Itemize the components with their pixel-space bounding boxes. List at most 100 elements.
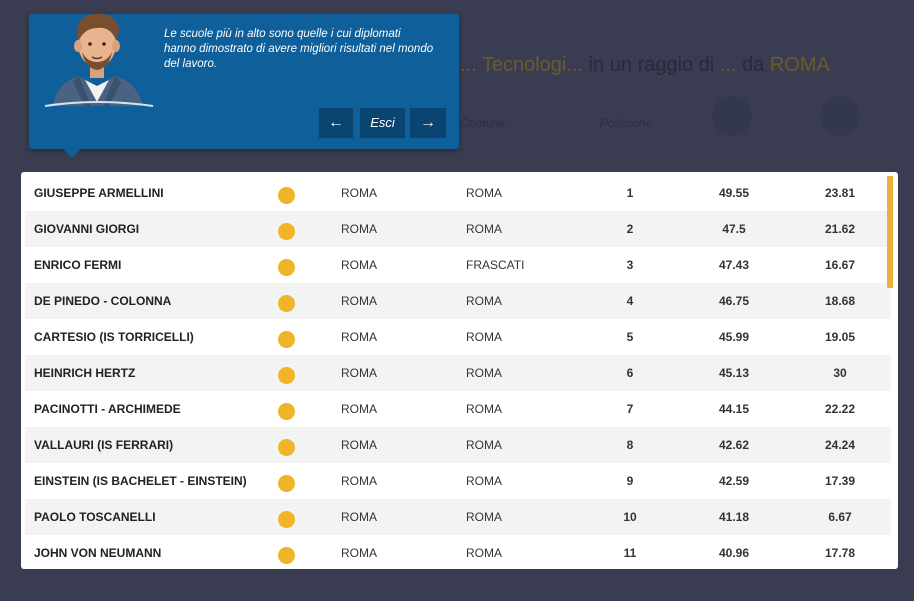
school-position: 5 [626, 330, 634, 344]
school-comune: ROMA [466, 510, 502, 524]
school-value-2: 19.05 [824, 330, 856, 344]
heading-part-4: da [736, 54, 770, 76]
school-name[interactable]: GIUSEPPE ARMELLINI [34, 175, 164, 211]
table-row[interactable]: DE PINEDO - COLONNA ROMA ROMA 4 46.75 18.68 [25, 283, 891, 319]
status-dot-icon [278, 259, 295, 276]
previous-button[interactable]: ← [319, 108, 353, 138]
school-city: ROMA [341, 366, 377, 380]
school-position: 10 [623, 510, 637, 524]
school-value-2: 30 [833, 366, 847, 380]
school-comune: ROMA [466, 330, 502, 344]
school-value-1: 42.59 [718, 474, 750, 488]
school-comune: ROMA [466, 402, 502, 416]
table-row[interactable]: GIOVANNI GIORGI ROMA ROMA 2 47.5 21.62 [25, 211, 891, 247]
school-comune: ROMA [466, 366, 502, 380]
school-city: ROMA [341, 258, 377, 272]
school-name[interactable]: ENRICO FERMI [34, 247, 121, 283]
status-dot-icon [278, 511, 295, 528]
table-row[interactable]: HEINRICH HERTZ ROMA ROMA 6 45.13 30 [25, 355, 891, 391]
column-icon-1 [712, 96, 752, 136]
school-position: 7 [626, 402, 634, 416]
schools-table: GIUSEPPE ARMELLINI ROMA ROMA 1 49.55 23.81 GIO… [21, 172, 898, 569]
table-row[interactable]: GIUSEPPE ARMELLINI ROMA ROMA 1 49.55 23.81 [25, 175, 891, 211]
school-comune: ROMA [466, 474, 502, 488]
table-row[interactable]: JOHN VON NEUMANN ROMA ROMA 11 40.96 17.78 [25, 535, 891, 569]
status-dot-icon [278, 187, 295, 204]
column-header-comune: Comune [460, 116, 506, 130]
school-position: 8 [626, 438, 634, 452]
school-city: ROMA [341, 294, 377, 308]
man-avatar-icon [44, 13, 154, 107]
help-tooltip: Le scuole più in alto sono quelle i cui … [29, 13, 459, 158]
school-position: 4 [626, 294, 634, 308]
page-heading: ... Tecnologi... in un raggio di ... da … [460, 54, 830, 77]
school-value-1: 40.96 [718, 546, 750, 560]
school-name[interactable]: EINSTEIN (IS BACHELET - EINSTEIN) [34, 463, 247, 499]
status-dot-icon [278, 331, 295, 348]
school-value-1: 49.55 [718, 186, 750, 200]
school-value-2: 6.67 [828, 510, 852, 524]
table-row[interactable]: ENRICO FERMI ROMA FRASCATI 3 47.43 16.67 [25, 247, 891, 283]
school-comune: ROMA [466, 186, 502, 200]
school-value-2: 17.39 [824, 474, 856, 488]
status-dot-icon [278, 475, 295, 492]
heading-part-5: ROMA [769, 54, 830, 76]
school-name[interactable]: JOHN VON NEUMANN [34, 535, 161, 569]
heading-part-2: in un raggio di [583, 54, 720, 76]
tooltip-pointer [63, 149, 81, 158]
status-dot-icon [278, 547, 295, 564]
school-position: 3 [626, 258, 634, 272]
school-name[interactable]: PAOLO TOSCANELLI [34, 499, 156, 535]
table-row[interactable]: PAOLO TOSCANELLI ROMA ROMA 10 41.18 6.67 [25, 499, 891, 535]
exit-button[interactable]: Esci [360, 108, 405, 138]
school-name[interactable]: GIOVANNI GIORGI [34, 211, 139, 247]
school-value-1: 46.75 [718, 294, 750, 308]
school-comune: ROMA [466, 294, 502, 308]
school-city: ROMA [341, 402, 377, 416]
school-position: 2 [626, 222, 634, 236]
school-value-1: 45.13 [718, 366, 750, 380]
school-comune: FRASCATI [466, 258, 525, 272]
status-dot-icon [278, 439, 295, 456]
school-position: 1 [626, 186, 634, 200]
column-header-posizione: Posizione [600, 116, 653, 130]
school-city: ROMA [341, 546, 377, 560]
school-value-1: 41.18 [718, 510, 750, 524]
status-dot-icon [278, 295, 295, 312]
next-button[interactable]: → [410, 108, 446, 138]
school-value-1: 45.99 [718, 330, 750, 344]
school-name[interactable]: PACINOTTI - ARCHIMEDE [34, 391, 181, 427]
school-comune: ROMA [466, 438, 502, 452]
table-row[interactable]: CARTESIO (IS TORRICELLI) ROMA ROMA 5 45.99 19… [25, 319, 891, 355]
school-name[interactable]: DE PINEDO - COLONNA [34, 283, 171, 319]
table-scrollbar[interactable] [887, 176, 893, 288]
school-value-2: 22.22 [824, 402, 856, 416]
school-city: ROMA [341, 474, 377, 488]
school-city: ROMA [341, 330, 377, 344]
school-value-2: 16.67 [824, 258, 856, 272]
column-icon-2 [820, 96, 860, 136]
school-name[interactable]: HEINRICH HERTZ [34, 355, 135, 391]
heading-part-1: ... Tecnologi... [460, 54, 584, 76]
status-dot-icon [278, 403, 295, 420]
school-value-1: 47.5 [722, 222, 746, 236]
school-name[interactable]: CARTESIO (IS TORRICELLI) [34, 319, 194, 355]
table-row[interactable]: PACINOTTI - ARCHIMEDE ROMA ROMA 7 44.15 22.22 [25, 391, 891, 427]
school-position: 6 [626, 366, 634, 380]
tooltip-message: Le scuole più in alto sono quelle i cui … [164, 28, 434, 70]
school-city: ROMA [341, 222, 377, 236]
school-value-2: 23.81 [824, 186, 856, 200]
school-name[interactable]: VALLAURI (IS FERRARI) [34, 427, 173, 463]
school-city: ROMA [341, 510, 377, 524]
school-value-2: 24.24 [824, 438, 856, 452]
school-value-1: 44.15 [718, 402, 750, 416]
school-value-1: 42.62 [718, 438, 750, 452]
status-dot-icon [278, 223, 295, 240]
school-value-2: 21.62 [824, 222, 856, 236]
table-row[interactable]: EINSTEIN (IS BACHELET - EINSTEIN) ROMA ROM… [25, 463, 891, 499]
school-position: 11 [623, 546, 637, 560]
heading-part-3: ... [719, 54, 737, 76]
school-value-2: 18.68 [824, 294, 856, 308]
school-comune: ROMA [466, 222, 502, 236]
table-row[interactable]: VALLAURI (IS FERRARI) ROMA ROMA 8 42.62 24.24 [25, 427, 891, 463]
